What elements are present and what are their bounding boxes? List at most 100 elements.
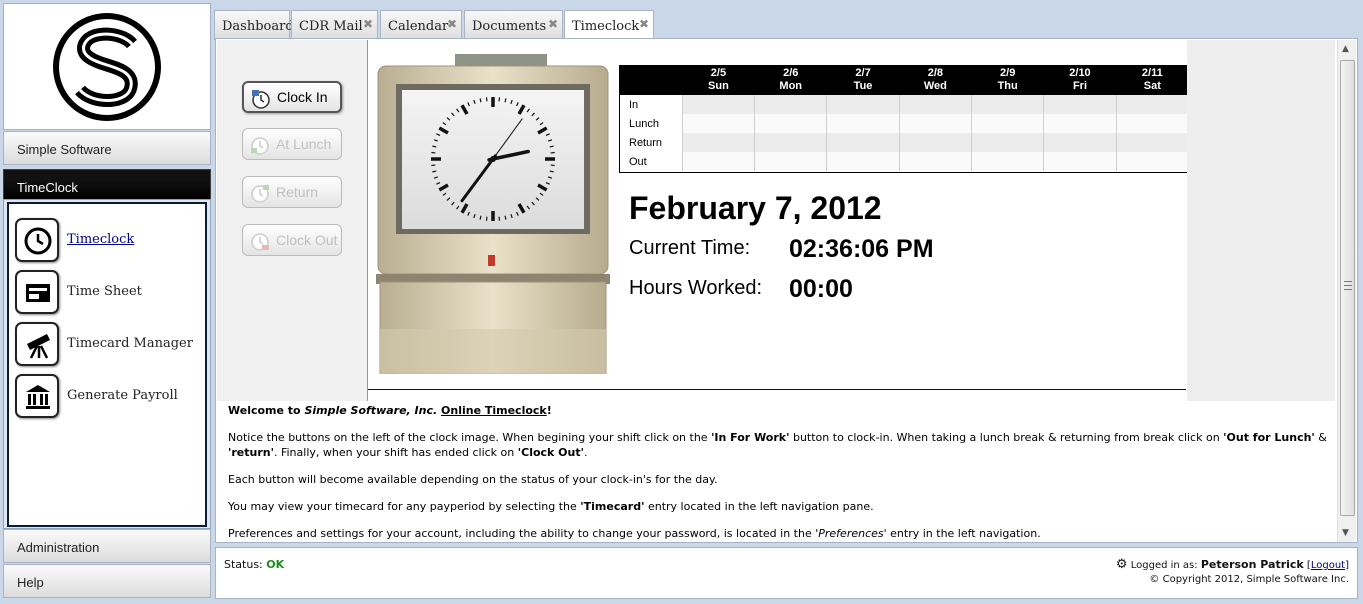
welcome-availability: Each button will become available depend…: [228, 473, 718, 486]
nav-item-label[interactable]: Timeclock: [67, 232, 134, 247]
welcome-instructions: Notice the buttons on the left of the cl…: [228, 431, 1327, 459]
tab-cdr-mail[interactable]: CDR Mail ✖: [291, 10, 378, 40]
welcome-heading: Welcome to Simple Software, Inc. Online …: [228, 404, 552, 417]
clock-in-button[interactable]: Clock In: [242, 81, 342, 113]
return-clock-icon: [249, 182, 271, 207]
day-header: 2/6 Mon: [754, 65, 827, 95]
minute-tick: [432, 145, 437, 148]
tab-dashboard[interactable]: Dashboard: [214, 10, 294, 40]
nav-section-simple-software[interactable]: Simple Software: [3, 131, 211, 165]
punch-clock-image: [376, 54, 610, 374]
week-timecard-table: 2/5 Sun 2/6 Mon 2/7 Tue 2/8 Wed 2/9 Thu 2/10 F…: [619, 65, 1190, 171]
nav-section-timeclock[interactable]: TimeClock: [3, 169, 211, 201]
scroll-down-arrow-icon[interactable]: ▼: [1342, 528, 1349, 538]
grip-icon: [1344, 281, 1352, 290]
gear-icon[interactable]: ⚙: [1116, 557, 1128, 572]
tab-label: Dashboard: [222, 19, 294, 34]
clock-area: 2/5 Sun 2/6 Mon 2/7 Tue 2/8 Wed 2/9 Thu 2/10 F…: [368, 40, 1190, 390]
minute-tick: [549, 145, 554, 148]
clock-out-button[interactable]: Clock Out: [242, 224, 342, 256]
minute-tick: [549, 170, 554, 173]
row-label: Out: [619, 152, 683, 171]
welcome-preferences: Preferences and settings for your accoun…: [228, 527, 1041, 540]
online-timeclock-link[interactable]: Online Timeclock: [441, 404, 547, 417]
scroll-up-arrow-icon[interactable]: ▲: [1342, 44, 1349, 54]
tab-label: CDR Mail: [299, 19, 363, 34]
nav-item-label[interactable]: Timecard Manager: [67, 336, 193, 351]
current-date: February 7, 2012: [629, 190, 882, 226]
nav-item-time-sheet[interactable]: Time Sheet: [15, 270, 201, 318]
s-logo-icon: [53, 13, 161, 121]
punch-button-panel: Clock In At Lunch Return Clock Out: [217, 40, 368, 401]
close-icon[interactable]: ✖: [548, 17, 558, 31]
current-time-value: 02:36:06 PM: [789, 235, 934, 263]
tab-documents[interactable]: Documents ✖: [464, 10, 563, 40]
close-icon[interactable]: ✖: [447, 17, 457, 31]
nav-item-label[interactable]: Time Sheet: [67, 284, 142, 299]
vertical-scrollbar[interactable]: ▲ ▼: [1337, 40, 1356, 542]
day-header: 2/5 Sun: [682, 65, 755, 95]
nav-section-help[interactable]: Help: [3, 564, 211, 598]
company-logo: [3, 3, 211, 130]
user-name: Peterson Patrick: [1200, 558, 1304, 571]
day-header: 2/8 Wed: [899, 65, 972, 95]
status-label: Status:: [224, 558, 263, 571]
tab-calendar[interactable]: Calendar ✖: [380, 10, 462, 40]
table-corner: [619, 65, 683, 95]
status-value: OK: [266, 558, 285, 571]
clock-out-icon: [249, 230, 271, 255]
nav-section-administration[interactable]: Administration: [3, 529, 211, 563]
table-row: Return: [619, 133, 1190, 152]
at-lunch-label: At Lunch: [276, 136, 332, 152]
minute-tick: [504, 98, 507, 103]
close-icon[interactable]: ✖: [363, 17, 373, 31]
tab-label: Calendar: [388, 19, 449, 34]
copyright: © Copyright 2012, Simple Software Inc.: [1149, 574, 1349, 585]
lunch-clock-icon: [249, 134, 271, 159]
time-sheet-icon: [15, 270, 59, 314]
logged-in-label: Logged in as:: [1130, 560, 1198, 571]
at-lunch-button[interactable]: At Lunch: [242, 128, 342, 160]
telescope-icon: [15, 322, 59, 366]
table-row: Out: [619, 152, 1190, 171]
day-header: 2/11 Sat: [1116, 65, 1189, 95]
tab-label: Documents: [472, 19, 547, 34]
nav-item-generate-payroll[interactable]: Generate Payroll: [15, 374, 201, 422]
logout-link[interactable]: Logout: [1311, 560, 1345, 571]
bank-icon: [15, 374, 59, 418]
hours-worked-value: 00:00: [789, 275, 853, 303]
left-navigation: Simple Software TimeClock Timeclock Time…: [3, 3, 211, 601]
timeclock-nav-list: Timeclock Time Sheet Timecard Manager Ge…: [7, 202, 207, 527]
minute-tick: [479, 215, 482, 220]
clock-in-icon: [250, 88, 272, 113]
clock-out-label: Clock Out: [276, 232, 338, 248]
tab-timeclock[interactable]: Timeclock ✖: [564, 10, 654, 40]
row-label: Lunch: [619, 114, 683, 133]
row-label: In: [619, 95, 683, 114]
welcome-timecard: You may view your timecard for any paype…: [228, 500, 874, 513]
divider: [368, 389, 1186, 390]
table-row: In: [619, 95, 1190, 114]
nav-item-timeclock[interactable]: Timeclock: [15, 218, 201, 266]
return-label: Return: [276, 184, 319, 200]
row-label: Return: [619, 133, 683, 152]
nav-item-label[interactable]: Generate Payroll: [67, 388, 178, 403]
nav-item-timecard-manager[interactable]: Timecard Manager: [15, 322, 201, 370]
hours-worked-label: Hours Worked:: [629, 277, 763, 299]
minute-tick: [504, 215, 507, 220]
indicator-light: [488, 255, 495, 266]
right-gutter: [1187, 40, 1335, 401]
return-button[interactable]: Return: [242, 176, 342, 208]
session-info: ⚙ Logged in as: Peterson Patrick [Logout…: [1115, 557, 1349, 586]
minute-tick: [432, 170, 437, 173]
minute-tick: [479, 98, 482, 103]
scroll-thumb[interactable]: [1340, 60, 1355, 516]
welcome-text: Welcome to Simple Software, Inc. Online …: [228, 403, 1328, 553]
day-header: 2/9 Thu: [971, 65, 1044, 95]
timeclock-nav-panel: Timeclock Time Sheet Timecard Manager Ge…: [3, 199, 211, 529]
close-icon[interactable]: ✖: [639, 17, 649, 31]
main-content: Clock In At Lunch Return Clock Out 2/5 S…: [215, 38, 1358, 543]
week-header-row: 2/5 Sun 2/6 Mon 2/7 Tue 2/8 Wed 2/9 Thu 2/10 F…: [619, 65, 1189, 95]
clock-icon: [15, 218, 59, 262]
table-row: Lunch: [619, 114, 1190, 133]
